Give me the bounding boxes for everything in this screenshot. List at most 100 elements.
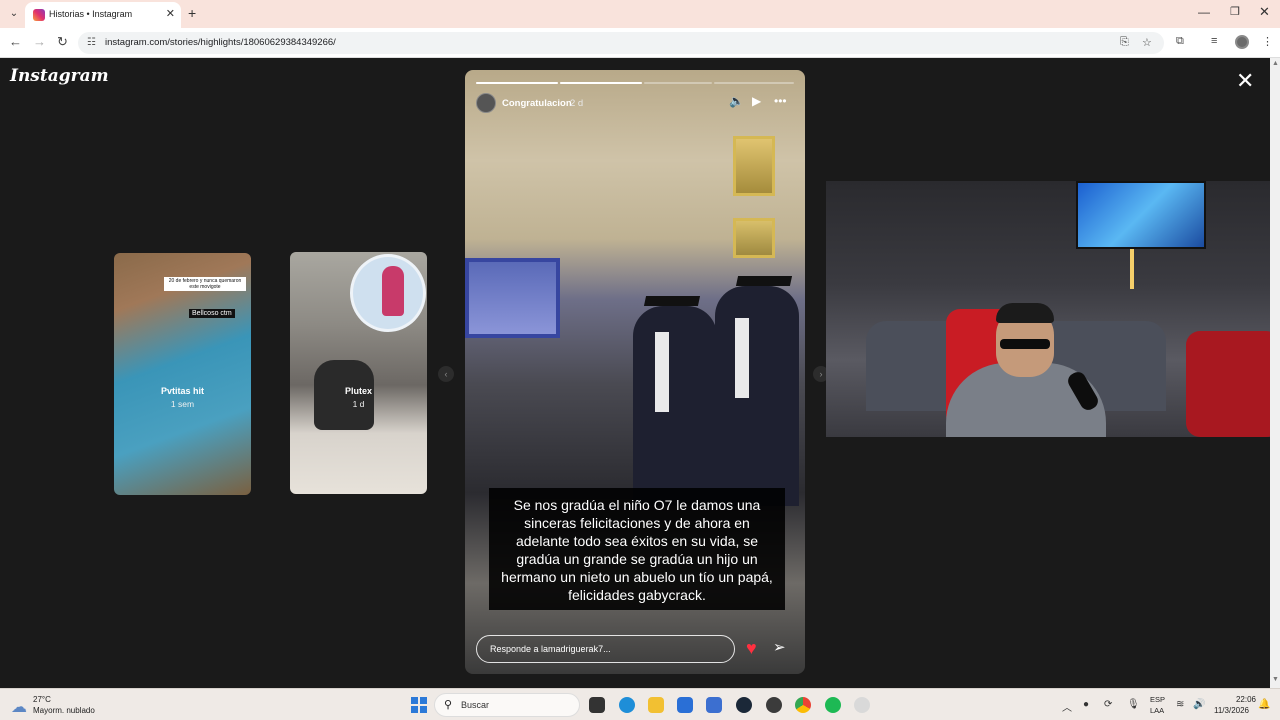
chrome-menu-icon[interactable]: ⋮	[1262, 35, 1273, 48]
wifi-icon[interactable]: ≋	[1176, 699, 1184, 710]
story-background-portrait	[733, 218, 775, 258]
tab-close-icon[interactable]: ✕	[166, 7, 175, 20]
scroll-down-icon[interactable]: ▼	[1272, 676, 1279, 683]
minimize-icon[interactable]: —	[1198, 5, 1210, 19]
story-user-avatar[interactable]	[476, 93, 496, 113]
preview-time: 1 d	[352, 399, 365, 409]
restore-icon[interactable]: ❐	[1230, 5, 1240, 18]
back-icon[interactable]: ←	[9, 34, 22, 49]
weather-cloud-icon[interactable]: ☁	[11, 697, 27, 717]
webcam-tv-image	[1076, 181, 1206, 249]
preview-figure-image	[382, 266, 404, 316]
window-close-icon[interactable]: ✕	[1259, 4, 1270, 20]
like-heart-icon[interactable]: ♥	[746, 638, 757, 659]
mute-icon[interactable]: 🔈	[729, 94, 744, 108]
story-username[interactable]: Congratulacion	[502, 98, 572, 109]
extensions-icon[interactable]: ⧉	[1176, 35, 1184, 48]
search-icon: ⚲	[444, 699, 453, 711]
url-text[interactable]: instagram.com/stories/highlights/1806062…	[105, 37, 336, 48]
edge-icon[interactable]	[619, 697, 635, 713]
tab-title: Historias • Instagram	[49, 9, 133, 19]
notifications-icon[interactable]: 🔔	[1258, 699, 1270, 710]
scroll-up-icon[interactable]: ▲	[1272, 60, 1279, 67]
chrome-icon[interactable]	[795, 697, 811, 713]
steam-icon[interactable]	[736, 697, 752, 713]
site-info-icon[interactable]: ☷	[87, 37, 96, 48]
graduation-cap	[643, 296, 701, 306]
active-story[interactable]: Congratulacion 2 d 🔈 ▶ ••• Se nos gradúa…	[465, 70, 805, 674]
forward-icon[interactable]: →	[33, 34, 46, 49]
bookmark-star-icon[interactable]: ☆	[1142, 36, 1152, 49]
preview-username: Plutex	[344, 386, 372, 396]
tab-instagram[interactable]: Historias • Instagram ✕	[25, 2, 181, 28]
graduate-figure	[715, 286, 799, 506]
stories-page: Instagram ✕ 20 de febrero y nunca quemar…	[0, 58, 1280, 688]
task-view-icon[interactable]	[589, 697, 605, 713]
windows-start-icon[interactable]	[411, 697, 427, 713]
spotify-icon[interactable]	[825, 697, 841, 713]
instagram-logo[interactable]: Instagram	[10, 66, 109, 86]
tab-search-menu-icon[interactable]: ⌄	[6, 6, 22, 22]
app-icon[interactable]	[854, 697, 870, 713]
store-icon[interactable]	[677, 697, 693, 713]
reply-placeholder: Responde a lamadriguerak7...	[490, 644, 611, 654]
windows-taskbar: ☁ 27°C Mayorm. nublado ⚲ Buscar ︿ ● ⟳ 🎙 …	[0, 688, 1280, 720]
reload-icon[interactable]: ↻	[57, 34, 68, 50]
tray-app-icon[interactable]: ●	[1083, 699, 1089, 710]
app-icon[interactable]	[766, 697, 782, 713]
outlook-icon[interactable]	[706, 697, 722, 713]
more-options-icon[interactable]: •••	[774, 94, 787, 108]
previous-story-icon[interactable]: ‹	[438, 366, 454, 382]
story-progress-bar	[644, 82, 712, 84]
preview-username: Pvtitas hit	[160, 386, 204, 396]
volume-icon[interactable]: 🔊	[1193, 699, 1205, 710]
story-progress-bar	[714, 82, 794, 84]
graduate-stole	[655, 332, 669, 412]
story-progress-fill	[476, 82, 558, 84]
install-app-icon[interactable]: ⎘	[1120, 36, 1129, 49]
story-background-portrait	[733, 136, 775, 196]
preview-sticker: Bellcoso ctm	[189, 309, 235, 318]
search-label: Buscar	[461, 700, 490, 710]
close-stories-icon[interactable]: ✕	[1236, 70, 1254, 92]
clock-time[interactable]: 22:06	[1226, 695, 1256, 704]
weather-temperature[interactable]: 27°C	[33, 695, 51, 704]
story-background-window	[465, 258, 560, 338]
webcam-overlay	[826, 181, 1280, 437]
language-layout[interactable]: LAA	[1150, 706, 1164, 715]
language-indicator[interactable]: ESP	[1150, 695, 1165, 704]
webcam-sunglasses-image	[1000, 339, 1050, 349]
taskbar-search[interactable]: ⚲ Buscar	[434, 693, 580, 717]
new-tab-icon[interactable]: +	[188, 5, 196, 21]
clock-date[interactable]: 11/3/2026	[1214, 706, 1249, 715]
graduate-figure	[633, 306, 717, 506]
file-explorer-icon[interactable]	[648, 697, 664, 713]
send-icon[interactable]: ➢	[773, 638, 786, 656]
page-scrollbar[interactable]: ▲ ▼	[1270, 58, 1280, 688]
browser-toolbar: ← → ↻ ☷ instagram.com/stories/highlights…	[0, 28, 1280, 58]
story-progress-bar	[476, 82, 558, 84]
tray-sync-icon[interactable]: ⟳	[1104, 699, 1112, 710]
webcam-chair-image	[1186, 331, 1280, 437]
weather-description[interactable]: Mayorm. nublado	[33, 706, 95, 715]
story-progress-fill	[560, 82, 642, 84]
webcam-light-image	[1130, 249, 1134, 289]
show-hidden-icons-icon[interactable]: ︿	[1062, 699, 1072, 714]
story-preview-pvtitas[interactable]: 20 de febrero y nunca quemaron este movi…	[114, 253, 251, 495]
story-progress-bar	[560, 82, 642, 84]
instagram-favicon-icon	[33, 9, 45, 21]
reply-input[interactable]: Responde a lamadriguerak7...	[476, 635, 735, 663]
browser-tab-bar: ⌄ Historias • Instagram ✕ + — ❐ ✕	[0, 0, 1280, 28]
story-preview-plutex[interactable]: Plutex 1 d	[290, 252, 427, 494]
media-controls-icon[interactable]: ≡	[1211, 35, 1217, 47]
story-timestamp: 2 d	[570, 98, 584, 109]
graduate-stole	[735, 318, 749, 398]
story-caption: Se nos gradúa el niño O7 le damos una si…	[489, 488, 785, 610]
preview-overlay-text: 20 de febrero y nunca quemaron este movi…	[164, 277, 246, 291]
preview-time: 1 sem	[170, 399, 195, 409]
profile-avatar[interactable]	[1235, 35, 1249, 49]
microphone-icon[interactable]: 🎙	[1127, 699, 1140, 710]
address-bar[interactable]: ☷ instagram.com/stories/highlights/18060…	[78, 32, 1164, 54]
graduation-cap	[735, 276, 793, 286]
play-icon[interactable]: ▶	[752, 94, 761, 108]
